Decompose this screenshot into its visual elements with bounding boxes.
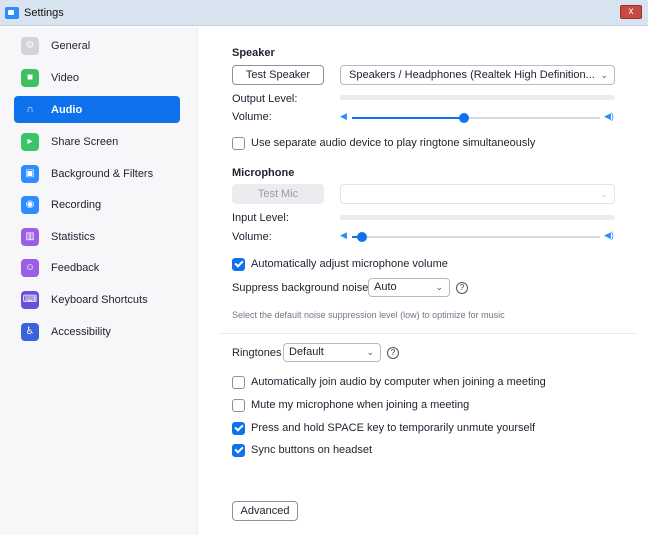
speaker-volume-fill bbox=[352, 117, 464, 119]
sidebar-item-label: Background & Filters bbox=[51, 167, 154, 180]
share-screen-icon: ▸ bbox=[21, 132, 39, 151]
sidebar-item-statistics[interactable]: ▥ Statistics bbox=[14, 223, 180, 250]
sidebar-item-label: Video bbox=[51, 71, 79, 84]
input-level-meter bbox=[340, 215, 615, 220]
speaker-device-select[interactable]: Speakers / Headphones (Realtek High Defi… bbox=[340, 65, 615, 85]
sidebar-item-audio[interactable]: ∩ Audio bbox=[14, 96, 180, 123]
mic-volume-slider-thumb[interactable] bbox=[357, 232, 367, 242]
space-to-unmute-label: Press and hold SPACE key to temporarily … bbox=[251, 422, 536, 434]
audio-settings-panel: Speaker Test Speaker Speakers / Headphon… bbox=[218, 27, 638, 535]
auto-join-audio-checkbox[interactable] bbox=[232, 376, 245, 389]
gear-icon: ⚙ bbox=[21, 36, 39, 55]
mute-mic-on-join-checkbox[interactable] bbox=[232, 399, 245, 412]
suppress-noise-hint: Select the default noise suppression lev… bbox=[232, 310, 505, 320]
speaker-volume-slider-thumb[interactable] bbox=[459, 113, 469, 123]
sidebar: ⚙ General ■ Video ∩ Audio ▸ Share Screen… bbox=[0, 27, 198, 535]
section-divider bbox=[218, 333, 638, 334]
sidebar-item-label: Feedback bbox=[51, 261, 100, 274]
ringtones-select[interactable]: Default ⌄ bbox=[283, 343, 381, 362]
separate-audio-device-label: Use separate audio device to play ringto… bbox=[251, 137, 536, 149]
auto-join-audio-label: Automatically join audio by computer whe… bbox=[251, 376, 546, 388]
volume-high-icon: ◀) bbox=[604, 230, 614, 240]
help-icon[interactable]: ? bbox=[387, 347, 399, 359]
advanced-button[interactable]: Advanced bbox=[232, 501, 298, 521]
suppress-noise-value: Auto bbox=[374, 281, 397, 293]
ringtones-label: Ringtones bbox=[232, 347, 282, 359]
sidebar-item-label: Audio bbox=[51, 103, 83, 116]
test-speaker-button[interactable]: Test Speaker bbox=[232, 65, 324, 85]
keyboard-icon: ⌨ bbox=[21, 290, 39, 309]
volume-low-icon: ◀ bbox=[340, 111, 347, 121]
sidebar-item-feedback[interactable]: ☺ Feedback bbox=[14, 254, 180, 281]
auto-adjust-mic-label: Automatically adjust microphone volume bbox=[251, 258, 448, 270]
chevron-down-icon: ⌄ bbox=[600, 70, 608, 80]
zoom-app-icon bbox=[5, 6, 19, 19]
sidebar-item-label: Share Screen bbox=[51, 135, 119, 148]
title-bar: Settings x bbox=[0, 0, 648, 26]
suppress-noise-select[interactable]: Auto ⌄ bbox=[368, 278, 450, 297]
sidebar-item-label: Keyboard Shortcuts bbox=[51, 293, 148, 306]
test-mic-button[interactable]: Test Mic bbox=[232, 184, 324, 204]
window-title: Settings bbox=[24, 6, 64, 19]
sidebar-item-recording[interactable]: ◉ Recording bbox=[14, 191, 180, 218]
sidebar-item-accessibility[interactable]: ♿ Accessibility bbox=[14, 318, 180, 345]
output-level-label: Output Level: bbox=[232, 93, 298, 105]
chevron-down-icon: ⌄ bbox=[600, 189, 608, 199]
input-level-label: Input Level: bbox=[232, 212, 289, 224]
sidebar-item-background-filters[interactable]: ▣ Background & Filters bbox=[14, 160, 180, 187]
sidebar-item-video[interactable]: ■ Video bbox=[14, 64, 180, 91]
output-level-meter bbox=[340, 95, 615, 100]
space-to-unmute-checkbox[interactable] bbox=[232, 422, 245, 435]
help-icon[interactable]: ? bbox=[456, 282, 468, 294]
mic-volume-label: Volume: bbox=[232, 231, 272, 243]
sidebar-item-label: General bbox=[51, 39, 91, 52]
feedback-icon: ☺ bbox=[21, 258, 39, 277]
sidebar-item-label: Accessibility bbox=[51, 325, 111, 338]
headphones-icon: ∩ bbox=[26, 104, 34, 115]
statistics-icon: ▥ bbox=[21, 227, 39, 246]
speaker-volume-label: Volume: bbox=[232, 111, 272, 123]
record-icon: ◉ bbox=[21, 195, 39, 214]
microphone-section-title: Microphone bbox=[232, 167, 295, 179]
ringtones-value: Default bbox=[289, 346, 324, 358]
chevron-down-icon: ⌄ bbox=[366, 347, 374, 357]
sync-headset-label: Sync buttons on headset bbox=[251, 444, 373, 456]
volume-high-icon: ◀) bbox=[604, 111, 614, 121]
sidebar-item-share-screen[interactable]: ▸ Share Screen bbox=[14, 128, 180, 155]
volume-low-icon: ◀ bbox=[340, 230, 347, 240]
sidebar-item-keyboard-shortcuts[interactable]: ⌨ Keyboard Shortcuts bbox=[14, 286, 180, 313]
sidebar-item-label: Statistics bbox=[51, 230, 96, 243]
sidebar-item-general[interactable]: ⚙ General bbox=[14, 32, 180, 59]
auto-adjust-mic-checkbox[interactable] bbox=[232, 258, 245, 271]
microphone-device-select[interactable]: ⌄ bbox=[340, 184, 615, 204]
sidebar-item-label: Recording bbox=[51, 198, 102, 211]
mute-mic-on-join-label: Mute my microphone when joining a meetin… bbox=[251, 399, 470, 411]
video-camera-icon: ■ bbox=[21, 68, 39, 87]
suppress-noise-label: Suppress background noise bbox=[232, 282, 369, 294]
accessibility-icon: ♿ bbox=[21, 322, 39, 341]
speaker-section-title: Speaker bbox=[232, 47, 275, 59]
background-icon: ▣ bbox=[21, 164, 39, 183]
close-button[interactable]: x bbox=[620, 5, 642, 19]
separate-audio-device-checkbox[interactable] bbox=[232, 137, 245, 150]
speaker-device-value: Speakers / Headphones (Realtek High Defi… bbox=[349, 69, 595, 81]
sync-headset-checkbox[interactable] bbox=[232, 444, 245, 457]
mic-volume-track[interactable] bbox=[352, 236, 600, 238]
chevron-down-icon: ⌄ bbox=[435, 282, 443, 292]
